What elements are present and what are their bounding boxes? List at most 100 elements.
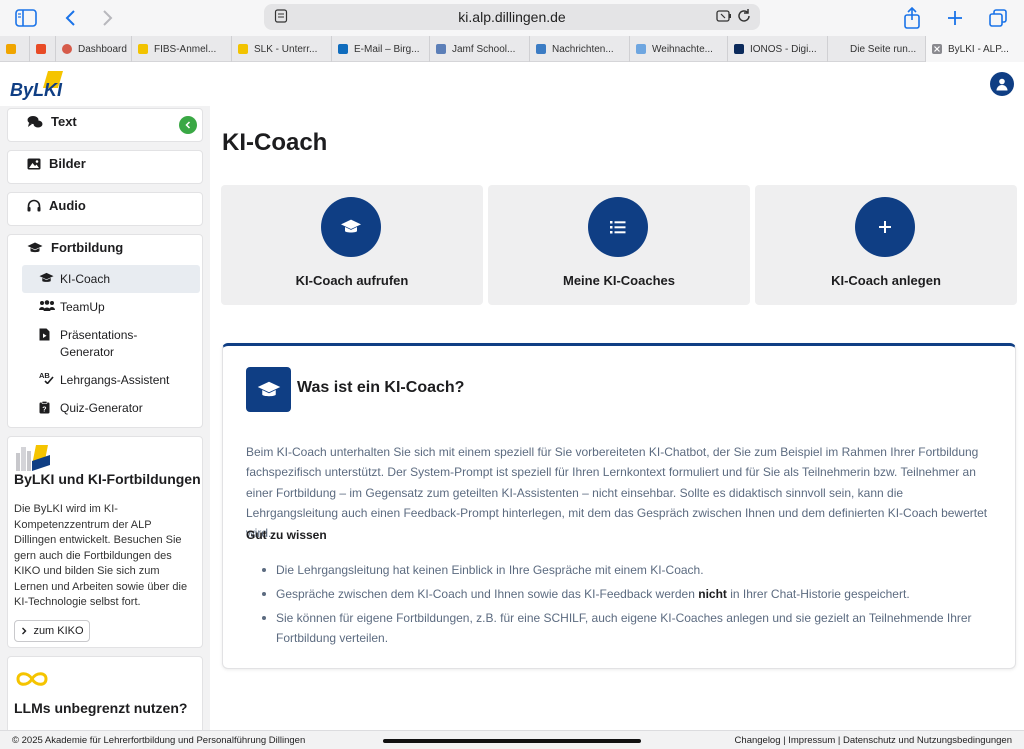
clipboard-question-icon: ? — [39, 401, 50, 414]
spellcheck-icon: AB — [39, 371, 54, 384]
address-bar[interactable]: ki.alp.dillingen.de — [264, 4, 760, 30]
list-item: Gespräche zwischen dem KI-Coach und Ihne… — [262, 584, 1002, 604]
tab-favicon — [238, 44, 248, 54]
ki-coach-aufrufen-button[interactable] — [321, 197, 381, 257]
tab-favicon — [834, 44, 844, 54]
info-title: Was ist ein KI-Coach? — [297, 379, 465, 396]
zum-kiko-button[interactable]: zum KIKO — [14, 620, 90, 642]
promo-kiko-title: ByLKI und KI-Fortbildungen — [14, 471, 201, 487]
tab-label: FIBS-Anmel... — [154, 43, 217, 55]
sidebar-section-audio-title[interactable]: Audio — [27, 198, 86, 213]
tab-label: Weihnachte... — [652, 43, 713, 55]
tab-favicon — [338, 44, 348, 54]
sidebar-item-label: Präsentations-Generator — [60, 328, 138, 359]
sidebar-item-praesentation[interactable]: Präsentations-Generator — [22, 327, 200, 363]
collapse-sidebar-button[interactable] — [179, 116, 197, 134]
tab-8[interactable]: Nachrichten... — [530, 36, 630, 62]
sidebar-section-label: Text — [51, 114, 77, 129]
graduation-cap-icon — [341, 219, 361, 233]
footer-links[interactable]: Changelog | Impressum | Datenschutz und … — [735, 735, 1012, 746]
promo-llms-title: LLMs unbegrenzt nutzen? — [14, 700, 188, 716]
home-indicator — [383, 739, 641, 743]
reader-icon[interactable] — [274, 9, 288, 23]
tab-6[interactable]: E-Mail – Birg... — [332, 36, 430, 62]
ki-coach-anlegen-button[interactable] — [855, 197, 915, 257]
tab-label: Die Seite run... — [850, 43, 917, 55]
list-item-text: in Ihrer Chat-Historie gespeichert. — [726, 587, 910, 601]
tab-label: Dashboard — [78, 43, 127, 55]
tab-favicon — [636, 44, 646, 54]
tab-active[interactable]: ByLKI - ALP... — [926, 36, 1024, 62]
footer-copyright: © 2025 Akademie für Lehrerfortbildung un… — [12, 735, 306, 746]
image-icon — [27, 158, 41, 169]
tab-4[interactable]: FIBS-Anmel... — [132, 36, 232, 62]
new-tab-icon[interactable] — [943, 6, 967, 30]
sidebar-section-label: Fortbildung — [51, 240, 124, 255]
info-graduation-cap-icon — [246, 367, 291, 412]
tab-11[interactable]: Die Seite run... — [828, 36, 926, 62]
tab-favicon — [36, 44, 46, 54]
list-item-text: Gespräche zwischen dem KI-Coach und Ihne… — [276, 587, 699, 601]
tab-2[interactable] — [30, 36, 56, 62]
tab-label: IONOS - Digi... — [750, 43, 817, 55]
sidebar-item-teamup[interactable]: TeamUp — [22, 299, 200, 321]
sidebar-item-lehrgang[interactable]: AB Lehrgangs-Assistent — [22, 371, 200, 394]
sidebar-item-label: Quiz-Generator — [60, 401, 143, 415]
url-text: ki.alp.dillingen.de — [458, 9, 566, 25]
meine-ki-coaches-card[interactable]: Meine KI-Coaches — [488, 185, 750, 305]
sidebar-toggle-icon[interactable] — [14, 6, 38, 30]
tab-favicon — [536, 44, 546, 54]
sidebar-item-ki-coach[interactable]: KI-Coach — [22, 265, 200, 293]
tab-1[interactable] — [0, 36, 30, 62]
ki-coach-anlegen-card[interactable]: KI-Coach anlegen — [755, 185, 1017, 305]
tab-9[interactable]: Weihnachte... — [630, 36, 728, 62]
tab-10[interactable]: IONOS - Digi... — [728, 36, 828, 62]
tab-favicon — [734, 44, 744, 54]
tab-5[interactable]: SLK - Unterr... — [232, 36, 332, 62]
reload-icon[interactable] — [736, 8, 752, 24]
extension-icon[interactable] — [716, 9, 732, 23]
meine-ki-coaches-label: Meine KI-Coaches — [563, 273, 675, 288]
headphones-icon — [27, 199, 41, 212]
sidebar-section-text-title[interactable]: Text — [27, 114, 77, 129]
sidebar-section-label: Bilder — [49, 156, 86, 171]
user-avatar-button[interactable] — [990, 72, 1014, 96]
tab-3[interactable]: Dashboard — [56, 36, 132, 62]
chevron-left-icon — [185, 121, 191, 129]
promo-kiko-text: Die ByLKI wird im KI-Kompetenzzentrum de… — [14, 503, 188, 608]
back-icon[interactable] — [58, 6, 82, 30]
tab-7[interactable]: Jamf School... — [430, 36, 530, 62]
tab-close-icon[interactable] — [932, 44, 942, 54]
tab-favicon — [62, 44, 72, 54]
tab-label: SLK - Unterr... — [254, 43, 318, 55]
page-title: KI-Coach — [222, 129, 328, 156]
tab-label: Jamf School... — [452, 43, 516, 55]
ki-coach-aufrufen-card[interactable]: KI-Coach aufrufen — [221, 185, 483, 305]
svg-text:AB: AB — [39, 371, 50, 380]
tab-label: ByLKI - ALP... — [948, 43, 1009, 55]
sidebar-section-label: Audio — [49, 198, 86, 213]
sidebar-item-label: Lehrgangs-Assistent — [60, 373, 170, 387]
forward-icon[interactable] — [96, 6, 120, 30]
tab-overview-icon[interactable] — [986, 6, 1010, 30]
tab-bar: Dashboard FIBS-Anmel... SLK - Unterr... … — [0, 36, 1024, 62]
infinity-icon — [14, 669, 50, 694]
share-icon[interactable] — [900, 6, 924, 30]
tab-favicon — [138, 44, 148, 54]
tab-label: E-Mail – Birg... — [354, 43, 420, 55]
info-list: Die Lehrgangsleitung hat keinen Einblick… — [262, 560, 1002, 652]
bylki-logo[interactable]: ByLKI — [8, 70, 66, 100]
tab-favicon — [436, 44, 446, 54]
sidebar-item-quiz[interactable]: ? Quiz-Generator — [22, 400, 200, 422]
sidebar-section-fortbildung-title[interactable]: Fortbildung — [27, 240, 123, 255]
meine-ki-coaches-button[interactable] — [588, 197, 648, 257]
list-item-bold: nicht — [698, 587, 727, 601]
sidebar-section-bilder-title[interactable]: Bilder — [27, 156, 86, 171]
tab-favicon — [6, 44, 16, 54]
info-subtitle: Gut zu wissen — [246, 528, 327, 542]
chevron-right-icon — [22, 627, 27, 635]
browser-toolbar: ki.alp.dillingen.de — [0, 0, 1024, 36]
list-item: Sie können für eigene Fortbildungen, z.B… — [262, 608, 1002, 648]
users-icon — [39, 300, 55, 311]
zum-kiko-label: zum KIKO — [33, 625, 84, 637]
